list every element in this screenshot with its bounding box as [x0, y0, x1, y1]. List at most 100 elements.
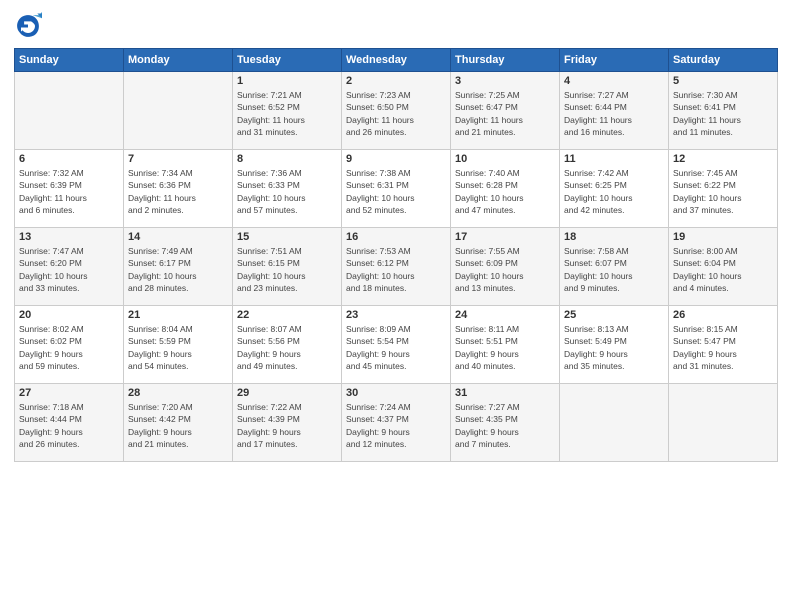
- week-row-4: 20 Sunrise: 8:02 AM Sunset: 6:02 PM Dayli…: [15, 306, 778, 384]
- day-info: Sunrise: 8:09 AM Sunset: 5:54 PM Dayligh…: [346, 323, 446, 372]
- day-number: 25: [564, 309, 664, 321]
- day-number: 29: [237, 387, 337, 399]
- day-info: Sunrise: 8:00 AM Sunset: 6:04 PM Dayligh…: [673, 245, 773, 294]
- day-number: 19: [673, 231, 773, 243]
- day-number: 23: [346, 309, 446, 321]
- day-cell: 2 Sunrise: 7:23 AM Sunset: 6:50 PM Daylig…: [342, 72, 451, 150]
- day-cell: 16Sunrise: 7:53 AM Sunset: 6:12 PM Dayli…: [342, 228, 451, 306]
- day-cell: 6 Sunrise: 7:32 AM Sunset: 6:39 PM Daylig…: [15, 150, 124, 228]
- day-number: 15: [237, 231, 337, 243]
- week-row-2: 6 Sunrise: 7:32 AM Sunset: 6:39 PM Daylig…: [15, 150, 778, 228]
- day-number: 9: [346, 153, 446, 165]
- day-cell: 31Sunrise: 7:27 AM Sunset: 4:35 PM Dayli…: [451, 384, 560, 462]
- week-row-5: 27 Sunrise: 7:18 AM Sunset: 4:44 PM Dayli…: [15, 384, 778, 462]
- day-info: Sunrise: 7:38 AM Sunset: 6:31 PM Dayligh…: [346, 167, 446, 216]
- day-cell: 8Sunrise: 7:36 AM Sunset: 6:33 PM Daylig…: [233, 150, 342, 228]
- day-info: Sunrise: 7:55 AM Sunset: 6:09 PM Dayligh…: [455, 245, 555, 294]
- day-info: Sunrise: 8:11 AM Sunset: 5:51 PM Dayligh…: [455, 323, 555, 372]
- day-info: Sunrise: 7:40 AM Sunset: 6:28 PM Dayligh…: [455, 167, 555, 216]
- day-cell: 24 Sunrise: 8:11 AM Sunset: 5:51 PM Dayli…: [451, 306, 560, 384]
- day-info: Sunrise: 8:07 AM Sunset: 5:56 PM Dayligh…: [237, 323, 337, 372]
- day-header-sunday: Sunday: [15, 49, 124, 72]
- day-info: Sunrise: 7:18 AM Sunset: 4:44 PM Dayligh…: [19, 401, 119, 450]
- week-row-3: 13 Sunrise: 7:47 AM Sunset: 6:20 PM Dayli…: [15, 228, 778, 306]
- header-row: SundayMondayTuesdayWednesdayThursdayFrid…: [15, 49, 778, 72]
- day-number: 4: [564, 75, 664, 87]
- day-cell: 20 Sunrise: 8:02 AM Sunset: 6:02 PM Dayli…: [15, 306, 124, 384]
- day-cell: 25 Sunrise: 8:13 AM Sunset: 5:49 PM Dayli…: [560, 306, 669, 384]
- day-info: Sunrise: 7:21 AM Sunset: 6:52 PM Dayligh…: [237, 89, 337, 138]
- day-cell: [15, 72, 124, 150]
- day-number: 22: [237, 309, 337, 321]
- day-header-wednesday: Wednesday: [342, 49, 451, 72]
- day-cell: [560, 384, 669, 462]
- day-header-tuesday: Tuesday: [233, 49, 342, 72]
- day-header-monday: Monday: [124, 49, 233, 72]
- day-cell: 9 Sunrise: 7:38 AM Sunset: 6:31 PM Daylig…: [342, 150, 451, 228]
- day-cell: 26Sunrise: 8:15 AM Sunset: 5:47 PM Dayli…: [669, 306, 778, 384]
- day-number: 17: [455, 231, 555, 243]
- day-number: 8: [237, 153, 337, 165]
- logo: [14, 12, 46, 40]
- day-info: Sunrise: 7:22 AM Sunset: 4:39 PM Dayligh…: [237, 401, 337, 450]
- day-info: Sunrise: 7:47 AM Sunset: 6:20 PM Dayligh…: [19, 245, 119, 294]
- day-number: 13: [19, 231, 119, 243]
- day-info: Sunrise: 7:58 AM Sunset: 6:07 PM Dayligh…: [564, 245, 664, 294]
- day-number: 6: [19, 153, 119, 165]
- day-number: 18: [564, 231, 664, 243]
- day-info: Sunrise: 8:02 AM Sunset: 6:02 PM Dayligh…: [19, 323, 119, 372]
- day-info: Sunrise: 7:27 AM Sunset: 6:44 PM Dayligh…: [564, 89, 664, 138]
- day-info: Sunrise: 7:45 AM Sunset: 6:22 PM Dayligh…: [673, 167, 773, 216]
- day-cell: 21 Sunrise: 8:04 AM Sunset: 5:59 PM Dayli…: [124, 306, 233, 384]
- day-header-thursday: Thursday: [451, 49, 560, 72]
- day-cell: 19 Sunrise: 8:00 AM Sunset: 6:04 PM Dayli…: [669, 228, 778, 306]
- day-cell: 17 Sunrise: 7:55 AM Sunset: 6:09 PM Dayli…: [451, 228, 560, 306]
- day-cell: 5 Sunrise: 7:30 AM Sunset: 6:41 PM Daylig…: [669, 72, 778, 150]
- day-cell: 15 Sunrise: 7:51 AM Sunset: 6:15 PM Dayli…: [233, 228, 342, 306]
- day-cell: 13 Sunrise: 7:47 AM Sunset: 6:20 PM Dayli…: [15, 228, 124, 306]
- day-number: 2: [346, 75, 446, 87]
- day-number: 24: [455, 309, 555, 321]
- day-number: 11: [564, 153, 664, 165]
- day-number: 7: [128, 153, 228, 165]
- day-cell: 29 Sunrise: 7:22 AM Sunset: 4:39 PM Dayli…: [233, 384, 342, 462]
- day-number: 27: [19, 387, 119, 399]
- day-number: 16: [346, 231, 446, 243]
- day-info: Sunrise: 7:51 AM Sunset: 6:15 PM Dayligh…: [237, 245, 337, 294]
- day-cell: 3 Sunrise: 7:25 AM Sunset: 6:47 PM Daylig…: [451, 72, 560, 150]
- day-cell: 27 Sunrise: 7:18 AM Sunset: 4:44 PM Dayli…: [15, 384, 124, 462]
- day-info: Sunrise: 7:42 AM Sunset: 6:25 PM Dayligh…: [564, 167, 664, 216]
- day-number: 26: [673, 309, 773, 321]
- day-info: Sunrise: 7:30 AM Sunset: 6:41 PM Dayligh…: [673, 89, 773, 138]
- day-cell: 7 Sunrise: 7:34 AM Sunset: 6:36 PM Daylig…: [124, 150, 233, 228]
- day-cell: 10Sunrise: 7:40 AM Sunset: 6:28 PM Dayli…: [451, 150, 560, 228]
- day-info: Sunrise: 7:32 AM Sunset: 6:39 PM Dayligh…: [19, 167, 119, 216]
- day-number: 21: [128, 309, 228, 321]
- day-cell: [669, 384, 778, 462]
- day-info: Sunrise: 7:23 AM Sunset: 6:50 PM Dayligh…: [346, 89, 446, 138]
- day-info: Sunrise: 7:34 AM Sunset: 6:36 PM Dayligh…: [128, 167, 228, 216]
- day-cell: 4 Sunrise: 7:27 AM Sunset: 6:44 PM Daylig…: [560, 72, 669, 150]
- day-number: 20: [19, 309, 119, 321]
- day-cell: 18 Sunrise: 7:58 AM Sunset: 6:07 PM Dayli…: [560, 228, 669, 306]
- day-number: 14: [128, 231, 228, 243]
- day-header-saturday: Saturday: [669, 49, 778, 72]
- day-cell: [124, 72, 233, 150]
- day-info: Sunrise: 7:24 AM Sunset: 4:37 PM Dayligh…: [346, 401, 446, 450]
- day-info: Sunrise: 8:04 AM Sunset: 5:59 PM Dayligh…: [128, 323, 228, 372]
- day-info: Sunrise: 7:49 AM Sunset: 6:17 PM Dayligh…: [128, 245, 228, 294]
- day-number: 3: [455, 75, 555, 87]
- day-number: 12: [673, 153, 773, 165]
- page: SundayMondayTuesdayWednesdayThursdayFrid…: [0, 0, 792, 612]
- day-cell: 12 Sunrise: 7:45 AM Sunset: 6:22 PM Dayli…: [669, 150, 778, 228]
- day-number: 31: [455, 387, 555, 399]
- day-cell: 28Sunrise: 7:20 AM Sunset: 4:42 PM Dayli…: [124, 384, 233, 462]
- day-info: Sunrise: 7:25 AM Sunset: 6:47 PM Dayligh…: [455, 89, 555, 138]
- day-info: Sunrise: 8:13 AM Sunset: 5:49 PM Dayligh…: [564, 323, 664, 372]
- day-number: 1: [237, 75, 337, 87]
- day-number: 5: [673, 75, 773, 87]
- day-cell: 1 Sunrise: 7:21 AM Sunset: 6:52 PM Daylig…: [233, 72, 342, 150]
- day-header-friday: Friday: [560, 49, 669, 72]
- day-cell: 30 Sunrise: 7:24 AM Sunset: 4:37 PM Dayli…: [342, 384, 451, 462]
- day-number: 30: [346, 387, 446, 399]
